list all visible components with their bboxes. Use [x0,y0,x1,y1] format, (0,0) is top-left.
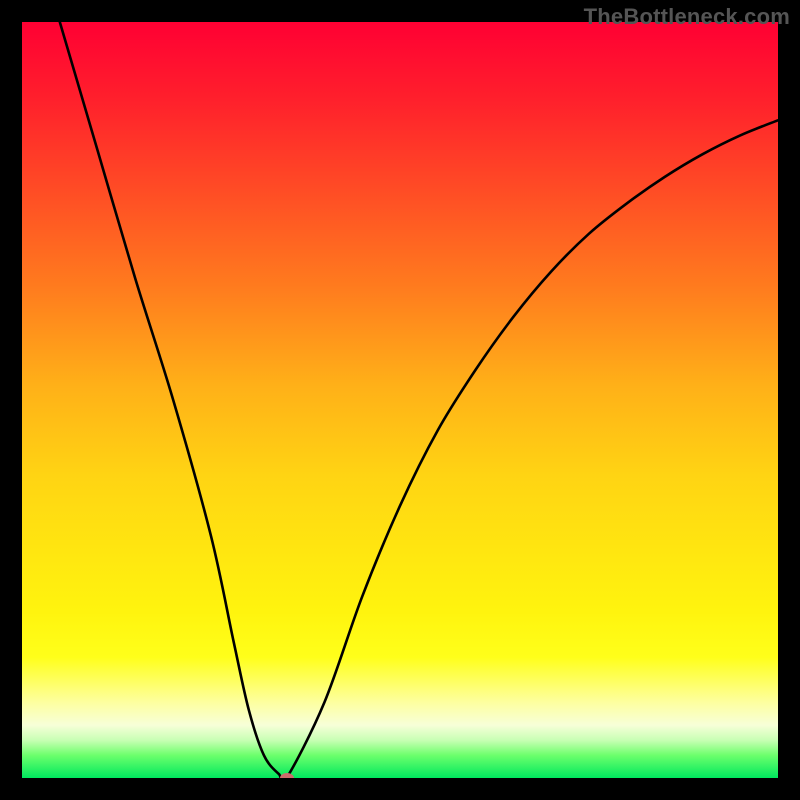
curve-path [60,22,778,778]
chart-frame: TheBottleneck.com [0,0,800,800]
plot-area [22,22,778,778]
curve-svg [22,22,778,778]
minimum-marker [280,773,294,778]
watermark-text: TheBottleneck.com [584,4,790,30]
